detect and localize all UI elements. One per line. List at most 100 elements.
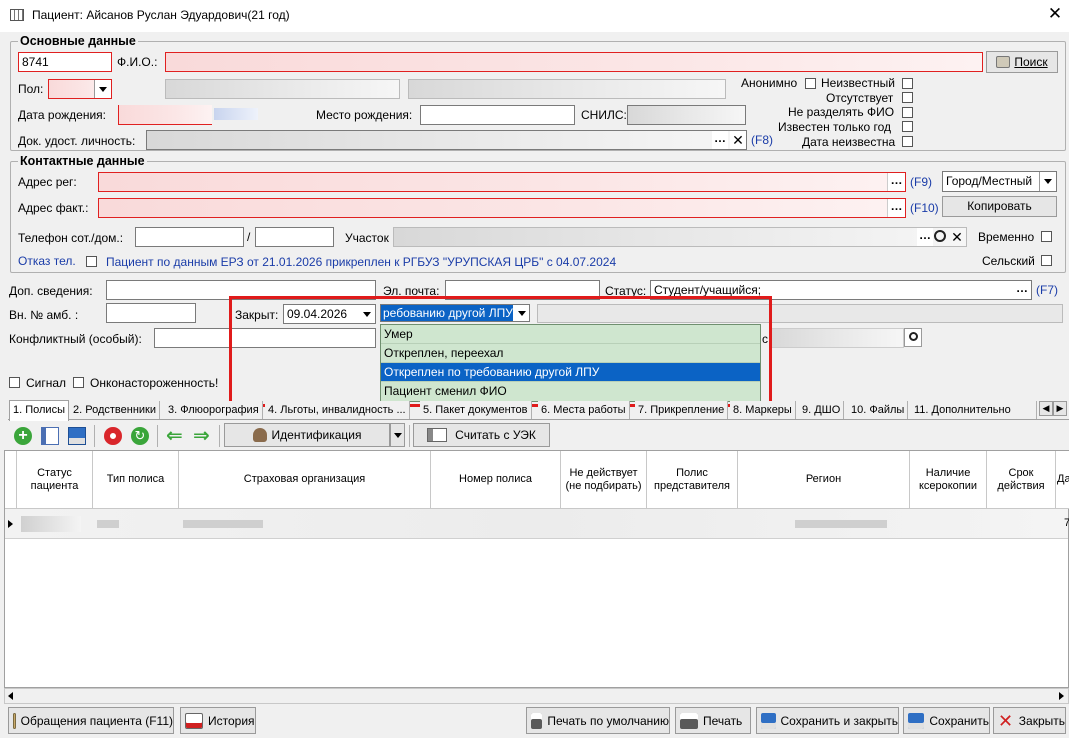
year-only-checkbox[interactable] xyxy=(902,121,913,132)
grid-horizontal-scrollbar[interactable] xyxy=(4,688,1069,704)
doc-field[interactable] xyxy=(146,130,747,150)
tab-relatives[interactable]: 2. Родственники xyxy=(70,401,161,419)
birth-place-field[interactable] xyxy=(420,105,575,125)
delete-icon[interactable] xyxy=(104,427,122,445)
grid-header-date[interactable]: Да xyxy=(1056,451,1069,509)
district-more-button[interactable]: … xyxy=(917,228,933,246)
tabs-scroll-left-icon[interactable]: ◀ xyxy=(1039,401,1053,416)
read-card-button[interactable]: Считать с УЭК xyxy=(413,423,550,447)
history-button-label: История xyxy=(208,713,255,728)
identify-button[interactable]: Идентификация xyxy=(224,423,390,447)
close-button[interactable]: ✕ Закрыть xyxy=(993,707,1066,734)
birth-date-label: Дата рождения: xyxy=(18,108,106,122)
save-close-button[interactable]: Сохранить и закрыть xyxy=(756,707,899,734)
save-icon[interactable] xyxy=(68,427,86,445)
rural-checkbox[interactable] xyxy=(1041,255,1052,266)
anonymous-label: Анонимно xyxy=(741,76,798,90)
phone-separator: / xyxy=(247,230,251,244)
scroll-left-icon[interactable] xyxy=(8,692,13,700)
arrow-right-icon[interactable]: ⇒ xyxy=(193,426,210,446)
tab-attachment[interactable]: 7. Прикрепление xyxy=(635,401,729,419)
scroll-right-icon[interactable] xyxy=(1059,692,1064,700)
gender-dropdown-arrow[interactable] xyxy=(94,80,111,98)
copy-button[interactable]: Копировать xyxy=(942,196,1057,217)
status-more-button[interactable]: … xyxy=(1013,281,1031,299)
tab-benefits[interactable]: 4. Льготы, инвалидность ... xyxy=(265,401,410,419)
table-row[interactable]: 7 xyxy=(5,509,1069,539)
patient-id-field[interactable]: 8741 xyxy=(18,52,112,72)
date-unknown-checkbox[interactable] xyxy=(902,136,913,147)
fio-field[interactable] xyxy=(165,52,983,72)
refuse-phone-checkbox[interactable] xyxy=(86,256,97,267)
partial-search-icon[interactable] xyxy=(904,328,922,347)
district-search-icon[interactable] xyxy=(934,230,946,242)
tab-additional[interactable]: 11. Дополнительно xyxy=(911,401,1037,419)
history-button[interactable]: История xyxy=(180,707,256,734)
doc-label: Док. удост. личность: xyxy=(18,134,136,148)
snils-field[interactable] xyxy=(627,105,746,125)
grid-header-policy-number[interactable]: Номер полиса xyxy=(431,451,561,509)
no-split-fio-checkbox[interactable] xyxy=(902,107,913,118)
birth-date-link[interactable] xyxy=(214,108,258,120)
temporary-checkbox[interactable] xyxy=(1041,231,1052,242)
appeals-button[interactable]: Обращения пациента (F11) xyxy=(8,707,174,734)
print-default-button[interactable]: Печать по умолчанию xyxy=(526,707,670,734)
grid-header-insurer[interactable]: Страховая организация xyxy=(179,451,431,509)
edit-icon[interactable] xyxy=(41,427,59,445)
search-button-label: Поиск xyxy=(1014,55,1048,69)
print-default-button-label: Печать по умолчанию xyxy=(547,713,669,728)
addr-reg-field[interactable] xyxy=(98,172,906,192)
read-card-button-label: Считать с УЭК xyxy=(455,428,536,442)
locality-dropdown-arrow[interactable] xyxy=(1039,172,1056,191)
tab-policies[interactable]: 1. Полисы xyxy=(9,400,69,421)
tab-files[interactable]: 10. Файлы xyxy=(848,401,909,419)
arrow-left-icon[interactable]: ⇐ xyxy=(166,426,183,446)
print-button[interactable]: Печать xyxy=(675,707,751,734)
fio-part-field-2[interactable] xyxy=(408,79,726,99)
grid-header-policy-type[interactable]: Тип полиса xyxy=(93,451,179,509)
anonymous-checkbox[interactable] xyxy=(805,78,816,89)
grid-header-validity[interactable]: Срок действия xyxy=(987,451,1056,509)
row-insurer-cell xyxy=(183,520,263,528)
grid-header-inactive[interactable]: Не действует (не подбирать) xyxy=(561,451,647,509)
identify-dropdown-button[interactable] xyxy=(390,423,405,447)
tab-dsho[interactable]: 9. ДШО xyxy=(799,401,845,419)
addr-fact-field[interactable] xyxy=(98,198,906,218)
unknown-checkbox[interactable] xyxy=(902,78,913,89)
fio-part-field-1[interactable] xyxy=(165,79,400,99)
birth-date-field[interactable] xyxy=(118,105,212,125)
save-button[interactable]: Сохранить xyxy=(903,707,990,734)
grid-header-status[interactable]: Статус пациента xyxy=(17,451,93,509)
district-clear-icon[interactable]: ✕ xyxy=(949,228,965,246)
district-field[interactable] xyxy=(393,227,967,247)
onco-checkbox[interactable] xyxy=(73,377,84,388)
addr-reg-more-button[interactable]: … xyxy=(887,173,905,191)
tabs-scroll-right-icon[interactable]: ▶ xyxy=(1053,401,1067,416)
tab-fluorography[interactable]: 3. Флюорография xyxy=(165,401,263,419)
search-button[interactable]: Поиск xyxy=(986,51,1058,73)
add-icon[interactable]: + xyxy=(14,427,32,445)
addr-fact-more-button[interactable]: … xyxy=(887,199,905,217)
signal-checkbox[interactable] xyxy=(9,377,20,388)
doc-hotkey: (F8) xyxy=(751,133,773,147)
policies-grid: Статус пациента Тип полиса Страховая орг… xyxy=(4,450,1069,688)
refresh-icon[interactable]: ↻ xyxy=(131,427,149,445)
tab-documents[interactable]: 5. Пакет документов xyxy=(420,401,532,419)
birth-place-label: Место рождения: xyxy=(316,108,413,122)
appeals-button-label: Обращения пациента (F11) xyxy=(20,713,173,728)
partial-field[interactable] xyxy=(769,328,904,348)
doc-more-button[interactable]: … xyxy=(712,131,728,149)
amb-field[interactable] xyxy=(106,303,196,323)
tab-markers[interactable]: 8. Маркеры xyxy=(730,401,796,419)
doc-clear-icon[interactable]: ✕ xyxy=(730,131,746,149)
tab-workplaces[interactable]: 6. Места работы xyxy=(538,401,630,419)
phone-home-field[interactable] xyxy=(255,227,334,247)
close-icon: ✕ xyxy=(998,710,1014,731)
grid-header-copy[interactable]: Наличие ксерокопии xyxy=(910,451,987,509)
phone-mobile-field[interactable] xyxy=(135,227,244,247)
grid-header-representative[interactable]: Полис представителя xyxy=(647,451,738,509)
close-window-icon[interactable]: ✕ xyxy=(1046,4,1064,24)
conflict-label: Конфликтный (особый): xyxy=(9,332,142,346)
absent-checkbox[interactable] xyxy=(902,92,913,103)
grid-header-region[interactable]: Регион xyxy=(738,451,910,509)
